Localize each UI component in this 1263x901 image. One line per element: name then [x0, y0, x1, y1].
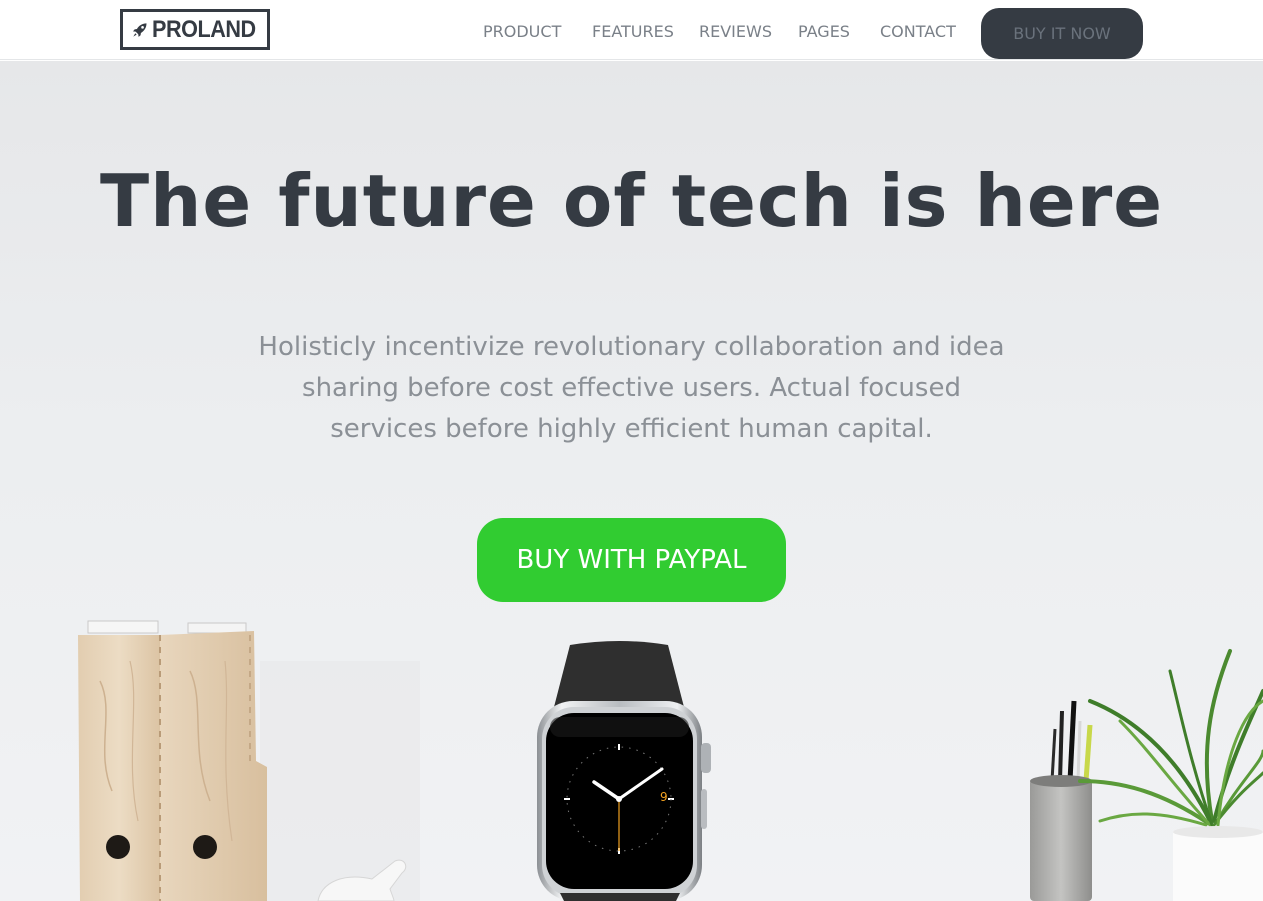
plant-image [1078, 649, 1263, 901]
rocket-icon [132, 22, 147, 37]
pen-holder-image [1030, 700, 1093, 901]
watch-dial-number: 9 [660, 790, 668, 804]
nav-item-product[interactable]: PRODUCT [483, 22, 561, 41]
hero-headline: The future of tech is here [99, 159, 1164, 243]
nav-item-features[interactable]: FEATURES [592, 22, 674, 41]
logo-text: PROLAND [151, 15, 256, 43]
nav-item-contact[interactable]: CONTACT [880, 22, 956, 41]
site-header: PROLAND PRODUCT FEATURES REVIEWS PAGES C… [0, 0, 1263, 60]
hero-subtext: Holisticly incentivize revolutionary col… [258, 332, 1005, 444]
smartwatch-image: 9 [537, 641, 711, 901]
magazine-holders-image [78, 620, 267, 901]
logo[interactable]: PROLAND [120, 9, 270, 50]
nav-item-reviews[interactable]: REVIEWS [699, 22, 772, 41]
buy-with-paypal-button[interactable]: BUY WITH PAYPAL [477, 518, 786, 602]
hero-section: 9 The future of tech is here Holisticly … [0, 61, 1263, 901]
buy-it-now-button[interactable]: BUY IT NOW [981, 8, 1143, 59]
nav-item-pages[interactable]: PAGES [798, 22, 850, 41]
